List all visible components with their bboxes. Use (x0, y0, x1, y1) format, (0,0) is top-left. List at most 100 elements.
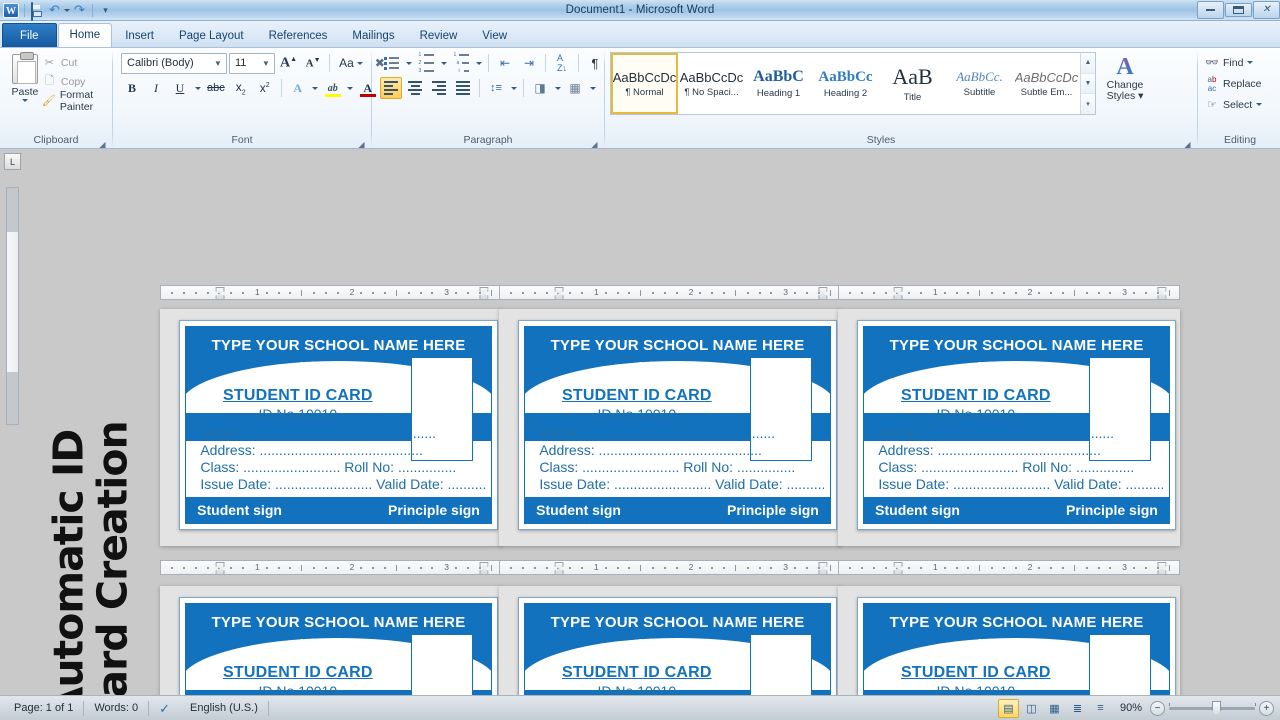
style-heading-2[interactable]: AaBbCc Heading 2 (812, 53, 879, 114)
restore-button[interactable] (1225, 3, 1252, 17)
increase-indent-button[interactable]: ⇥ (518, 52, 540, 74)
paste-dropdown-icon[interactable] (21, 99, 28, 102)
paste-button[interactable]: Paste (8, 52, 42, 102)
zoom-in-button[interactable]: + (1259, 700, 1274, 716)
tab-review[interactable]: Review (408, 24, 470, 47)
id-card[interactable]: TYPE YOUR SCHOOL NAME HERE Address here ST… (179, 320, 498, 530)
strikethrough-button[interactable]: abc (204, 77, 228, 99)
vertical-ruler[interactable] (6, 187, 19, 425)
style-no-spacing[interactable]: AaBbCcDc ¶ No Spaci... (678, 53, 745, 114)
undo-icon[interactable]: ↶ (47, 3, 62, 18)
word-count[interactable]: Words: 0 (84, 699, 148, 718)
zoom-level[interactable]: 90% (1112, 702, 1150, 714)
tab-insert[interactable]: Insert (113, 24, 166, 47)
line-spacing-button[interactable]: ↕≡ (485, 77, 507, 99)
underline-button[interactable]: U (169, 77, 191, 99)
full-screen-reading-view-button[interactable]: ◫ (1021, 699, 1042, 718)
style-subtitle[interactable]: AaBbCc. Subtitle (946, 53, 1013, 114)
horizontal-ruler[interactable]: 1 2 3 (838, 285, 1180, 300)
id-card[interactable]: TYPE YOUR SCHOOL NAME HERE Address here ST… (518, 320, 837, 530)
find-button[interactable]: 👓 Find (1205, 53, 1262, 72)
chevron-down-icon[interactable]: ▼ (260, 59, 272, 68)
bullets-dropdown[interactable] (404, 52, 413, 74)
clipboard-dialog-launcher[interactable]: ◢ (98, 138, 107, 149)
style-heading-1[interactable]: AaBbC Heading 1 (745, 53, 812, 114)
shading-button[interactable]: ◨ (529, 77, 551, 99)
tab-view[interactable]: View (470, 24, 519, 47)
show-formatting-marks-button[interactable]: ¶ (584, 52, 606, 74)
style-subtle-emphasis[interactable]: AaBbCcDc Subtle Em... (1013, 53, 1080, 114)
undo-dropdown-icon[interactable] (64, 8, 70, 12)
photo-placeholder[interactable] (1089, 634, 1152, 695)
align-center-button[interactable] (404, 77, 426, 99)
horizontal-ruler[interactable]: 1 2 3 (160, 285, 502, 300)
language-indicator[interactable]: English (U.S.) (180, 699, 268, 718)
italic-button[interactable]: I (145, 77, 167, 99)
paragraph-dialog-launcher[interactable]: ◢ (590, 138, 599, 149)
borders-dropdown[interactable] (588, 77, 597, 99)
numbering-button[interactable]: 1 2 3 (415, 52, 437, 74)
id-card[interactable]: TYPE YOUR SCHOOL NAME HERE Address here ST… (857, 597, 1176, 695)
select-button[interactable]: ☞ Select (1205, 95, 1263, 114)
shrink-font-button[interactable]: A▼ (302, 52, 324, 74)
text-effects-button[interactable]: A (287, 77, 309, 99)
multilevel-dropdown[interactable] (474, 52, 483, 74)
style-normal[interactable]: AaBbCcDc ¶ Normal (611, 53, 678, 114)
multilevel-list-button[interactable]: 1 a i (450, 52, 472, 74)
id-card[interactable]: TYPE YOUR SCHOOL NAME HERE Address here ST… (518, 597, 837, 695)
chevron-down-icon[interactable] (356, 61, 363, 65)
minimize-button[interactable] (1197, 1, 1224, 19)
tab-file[interactable]: File (2, 23, 57, 47)
change-styles-button[interactable]: A Change Styles ▾ (1096, 52, 1154, 102)
tab-references[interactable]: References (257, 24, 340, 47)
font-size-combobox[interactable]: 11 ▼ (229, 52, 275, 74)
tab-selector-button[interactable]: L (4, 153, 21, 170)
font-dialog-launcher[interactable]: ◢ (357, 138, 366, 149)
close-button[interactable]: ✕ (1253, 1, 1280, 19)
outline-view-button[interactable]: ≣ (1067, 699, 1088, 718)
customize-qat-icon[interactable]: ▾ (98, 3, 113, 18)
styles-scroll-down[interactable]: ▼ (1081, 73, 1095, 95)
borders-button[interactable]: ▦ (564, 77, 586, 99)
line-spacing-dropdown[interactable] (509, 77, 518, 99)
horizontal-ruler[interactable]: 1 2 3 (838, 560, 1180, 575)
id-card[interactable]: TYPE YOUR SCHOOL NAME HERE Address here ST… (857, 320, 1176, 530)
styles-more-button[interactable]: ▾ (1081, 94, 1095, 115)
horizontal-ruler[interactable]: 1 2 3 (499, 560, 841, 575)
horizontal-ruler[interactable]: 1 2 3 (160, 560, 502, 575)
replace-button[interactable]: ab ac Replace (1205, 74, 1262, 93)
format-painter-button[interactable]: 🖌 Format Painter (42, 89, 110, 113)
photo-placeholder[interactable] (411, 634, 474, 695)
id-card[interactable]: TYPE YOUR SCHOOL NAME HERE Address here ST… (179, 597, 498, 695)
zoom-thumb[interactable] (1212, 700, 1221, 716)
styles-scroll-up[interactable]: ▲ (1081, 53, 1095, 74)
chevron-down-icon[interactable]: ▼ (212, 59, 224, 68)
change-case-button[interactable]: Aa (335, 52, 367, 74)
shading-dropdown[interactable] (553, 77, 562, 99)
draft-view-button[interactable]: ≡ (1090, 699, 1111, 718)
word-logo-icon[interactable]: W (3, 2, 19, 18)
redo-icon[interactable]: ↷ (72, 3, 87, 18)
underline-dropdown[interactable] (193, 77, 202, 99)
spell-check-icon[interactable]: ✓ (149, 699, 180, 718)
numbering-dropdown[interactable] (439, 52, 448, 74)
grow-font-button[interactable]: A▲ (277, 52, 300, 74)
align-right-button[interactable] (428, 77, 450, 99)
chevron-down-icon[interactable] (1256, 103, 1263, 106)
zoom-track[interactable] (1169, 700, 1256, 716)
text-effects-dropdown[interactable] (311, 77, 320, 99)
cut-button[interactable]: ✂ Cut (42, 54, 110, 71)
document-canvas[interactable]: L 1 2 3 TYPE YOUR SCHOOL NAME HERE Address h… (0, 149, 1280, 695)
chevron-down-icon[interactable] (1247, 61, 1254, 64)
bullets-button[interactable] (380, 52, 402, 74)
zoom-slider[interactable]: − + (1150, 700, 1274, 716)
zoom-out-button[interactable]: − (1150, 700, 1165, 716)
copy-button[interactable]: 🗋 Copy (42, 73, 110, 90)
print-layout-view-button[interactable]: ▤ (997, 698, 1019, 718)
web-layout-view-button[interactable]: ▦ (1044, 699, 1065, 718)
decrease-indent-button[interactable]: ⇤ (494, 52, 516, 74)
save-icon[interactable] (30, 1, 45, 21)
horizontal-ruler[interactable]: 1 2 3 (499, 285, 841, 300)
sort-button[interactable]: A Z↓ (551, 52, 573, 74)
bold-button[interactable]: B (121, 77, 143, 99)
